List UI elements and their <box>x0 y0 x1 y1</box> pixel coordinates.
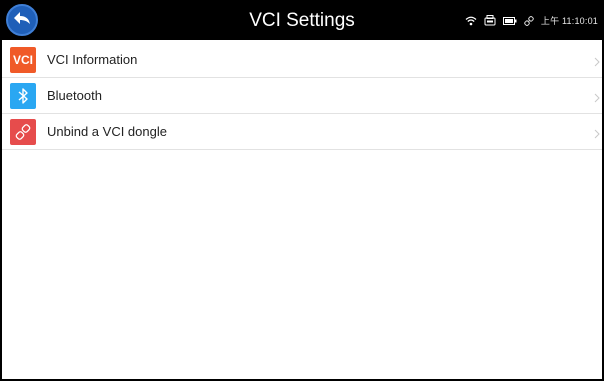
menu-item-unbind-vci-dongle[interactable]: Unbind a VCI dongle <box>2 114 602 150</box>
bluetooth-icon <box>10 82 36 109</box>
vci-dongle-icon <box>484 15 496 26</box>
settings-list: VCI VCI Information Bluetooth Unbind a V… <box>2 42 602 150</box>
chevron-right-icon <box>594 90 600 108</box>
menu-item-label: Bluetooth <box>47 88 102 103</box>
status-time: 上午 11:10:01 <box>540 16 598 26</box>
chevron-right-icon <box>594 54 600 72</box>
link-icon <box>524 15 534 26</box>
status-bar: 上午 11:10:01 <box>465 1 598 40</box>
vci-icon: VCI <box>10 46 36 73</box>
top-bar: VCI Settings 上午 11:10:01 <box>2 1 602 40</box>
wifi-icon <box>465 16 477 26</box>
menu-item-vci-information[interactable]: VCI VCI Information <box>2 42 602 78</box>
screen: VCI Settings 上午 11:10:01 VCI VCI Informa… <box>2 1 602 379</box>
vci-icon-text: VCI <box>12 52 33 67</box>
menu-item-bluetooth[interactable]: Bluetooth <box>2 78 602 114</box>
menu-item-label: VCI Information <box>47 52 138 67</box>
menu-item-label: Unbind a VCI dongle <box>47 124 167 139</box>
unlink-icon <box>10 118 36 145</box>
chevron-right-icon <box>594 126 600 144</box>
battery-icon <box>502 16 517 25</box>
